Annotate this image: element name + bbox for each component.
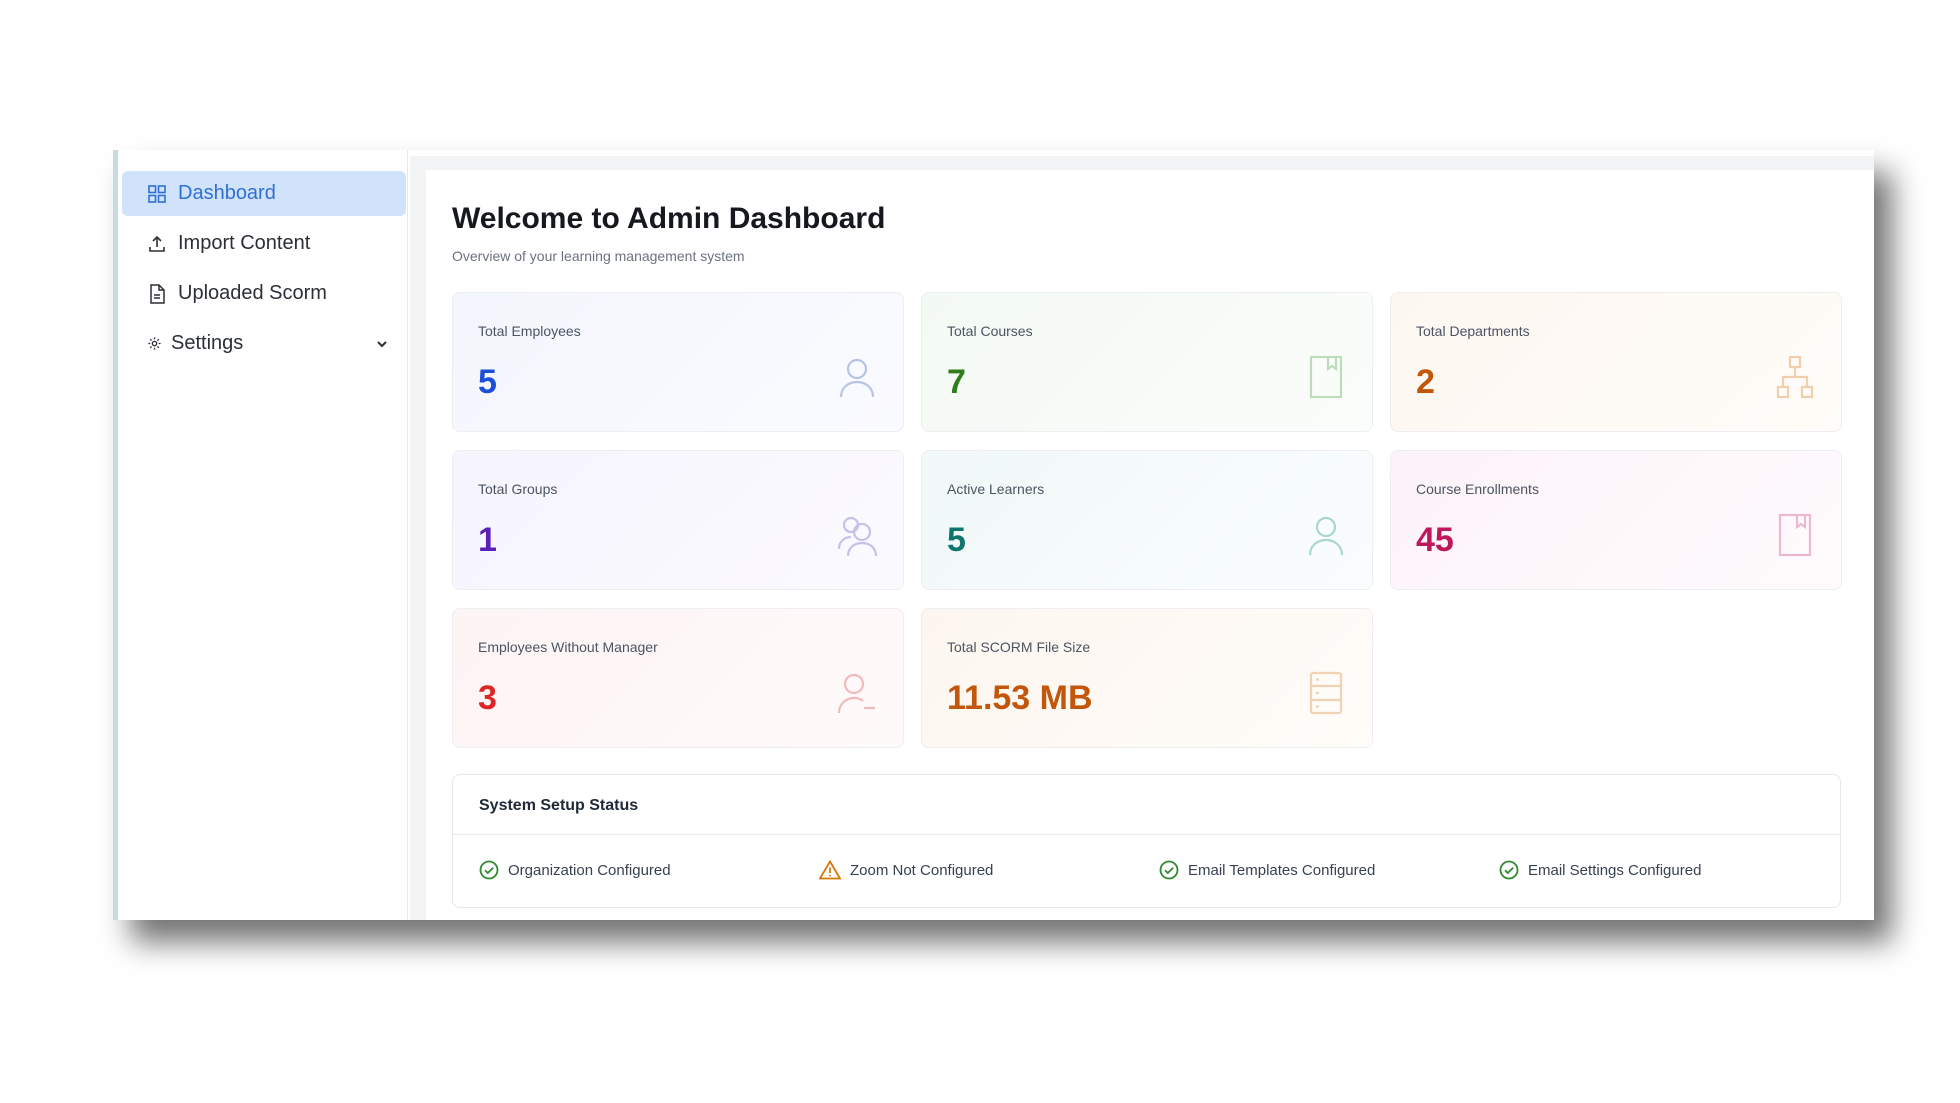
stat-value: 3 bbox=[478, 679, 497, 717]
system-setup-status-panel: System Setup Status Organization Configu… bbox=[452, 774, 1841, 908]
user-icon bbox=[1308, 516, 1344, 556]
check-circle-icon bbox=[479, 860, 499, 880]
stat-value: 5 bbox=[947, 521, 966, 559]
status-item-organization: Organization Configured bbox=[479, 860, 671, 880]
sidebar-item-label: Dashboard bbox=[178, 182, 276, 204]
stat-value: 11.53 MB bbox=[947, 679, 1093, 717]
main-content: Welcome to Admin Dashboard Overview of y… bbox=[410, 170, 1874, 920]
org-chart-icon bbox=[1776, 355, 1814, 399]
check-circle-icon bbox=[1499, 860, 1519, 880]
stat-value: 1 bbox=[478, 521, 497, 559]
stat-card-total-employees[interactable]: Total Employees 5 bbox=[452, 292, 904, 432]
sidebar-item-dashboard[interactable]: Dashboard bbox=[122, 171, 406, 216]
book-icon bbox=[1778, 513, 1812, 557]
warning-triangle-icon bbox=[819, 860, 841, 880]
stat-label: Course Enrollments bbox=[1416, 481, 1539, 497]
stat-card-course-enrollments[interactable]: Course Enrollments 45 bbox=[1390, 450, 1842, 590]
book-icon bbox=[1309, 355, 1343, 399]
sidebar-item-label: Settings bbox=[171, 332, 244, 354]
sidebar-item-uploaded-scorm[interactable]: Uploaded Scorm bbox=[122, 271, 406, 316]
stat-label: Total SCORM File Size bbox=[947, 639, 1091, 655]
sidebar-item-label: Uploaded Scorm bbox=[178, 282, 327, 304]
stat-value: 45 bbox=[1416, 521, 1454, 559]
sidebar-item-label: Import Content bbox=[178, 232, 311, 254]
stat-card-total-departments[interactable]: Total Departments 2 bbox=[1390, 292, 1842, 432]
status-item-email-templates: Email Templates Configured bbox=[1159, 860, 1375, 880]
status-item-zoom: Zoom Not Configured bbox=[819, 860, 993, 880]
stat-card-employees-without-manager[interactable]: Employees Without Manager 3 bbox=[452, 608, 904, 748]
status-title: System Setup Status bbox=[479, 797, 639, 814]
upload-icon bbox=[146, 233, 168, 255]
user-icon bbox=[839, 358, 875, 398]
stat-label: Employees Without Manager bbox=[478, 639, 658, 655]
stat-label: Total Courses bbox=[947, 323, 1033, 339]
page-title: Welcome to Admin Dashboard bbox=[452, 202, 886, 235]
server-icon bbox=[1309, 671, 1343, 715]
user-minus-icon bbox=[837, 673, 875, 714]
sidebar: Dashboard Import Content Uploaded Scorm bbox=[118, 150, 408, 920]
stat-card-total-groups[interactable]: Total Groups 1 bbox=[452, 450, 904, 590]
stat-card-total-scorm-file-size[interactable]: Total SCORM File Size 11.53 MB bbox=[921, 608, 1373, 748]
status-label: Zoom Not Configured bbox=[850, 861, 994, 879]
stat-label: Active Learners bbox=[947, 481, 1045, 497]
document-icon bbox=[146, 283, 168, 305]
status-item-email-settings: Email Settings Configured bbox=[1499, 860, 1701, 880]
stat-value: 2 bbox=[1416, 363, 1435, 401]
app-window: Dashboard Import Content Uploaded Scorm bbox=[113, 150, 1874, 920]
sidebar-item-settings[interactable]: Settings bbox=[122, 321, 406, 366]
stat-label: Total Groups bbox=[478, 481, 558, 497]
stat-value: 5 bbox=[478, 363, 497, 401]
stat-card-active-learners[interactable]: Active Learners 5 bbox=[921, 450, 1373, 590]
stat-label: Total Departments bbox=[1416, 323, 1530, 339]
stat-label: Total Employees bbox=[478, 323, 581, 339]
users-icon bbox=[837, 516, 877, 557]
dashboard-grid-icon bbox=[146, 183, 168, 205]
stat-value: 7 bbox=[947, 363, 966, 401]
chevron-down-icon[interactable] bbox=[376, 333, 388, 356]
check-circle-icon bbox=[1159, 860, 1179, 880]
dashboard-panel: Welcome to Admin Dashboard Overview of y… bbox=[426, 170, 1874, 920]
content-top-strip bbox=[410, 156, 1874, 170]
status-label: Organization Configured bbox=[508, 861, 671, 879]
sidebar-item-import-content[interactable]: Import Content bbox=[122, 221, 406, 266]
divider bbox=[453, 834, 1840, 835]
status-label: Email Settings Configured bbox=[1528, 861, 1702, 879]
status-label: Email Templates Configured bbox=[1188, 861, 1376, 879]
page-subtitle: Overview of your learning management sys… bbox=[452, 248, 745, 264]
gear-icon bbox=[146, 333, 162, 355]
stat-card-total-courses[interactable]: Total Courses 7 bbox=[921, 292, 1373, 432]
